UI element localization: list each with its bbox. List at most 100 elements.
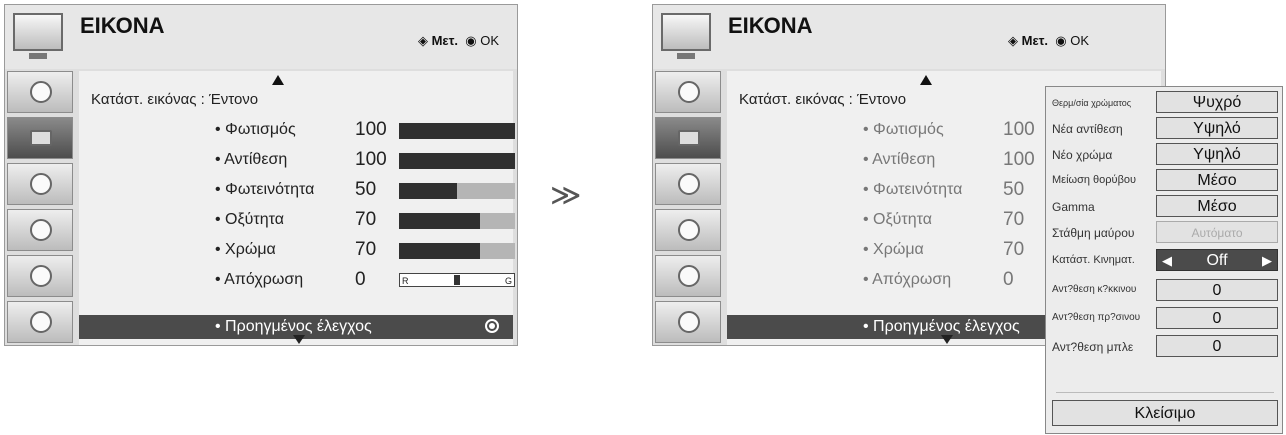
category-sidebar — [655, 71, 725, 347]
speaker-icon — [30, 173, 52, 195]
setting-label: Αντίθεση — [224, 151, 288, 168]
popup-value[interactable]: Υψηλό — [1156, 143, 1278, 165]
popup-row-green-contrast[interactable]: Αντ?θεση πρ?σινου 0 — [1046, 307, 1282, 331]
sidebar-item-picture[interactable] — [655, 117, 721, 159]
sidebar-item-option[interactable] — [7, 255, 73, 297]
picture-mode[interactable]: Κατάστ. εικόνας : Έντονο — [91, 91, 258, 108]
sidebar-item-lock[interactable] — [655, 301, 721, 343]
left-arrow-icon[interactable]: ◀ — [1162, 250, 1172, 272]
sidebar-item-time[interactable] — [655, 209, 721, 251]
setting-value: 70 — [1003, 209, 1025, 230]
popup-value[interactable]: Ψυχρό — [1156, 91, 1278, 113]
setting-value: 0 — [355, 269, 366, 290]
setting-value: 100 — [355, 149, 387, 170]
popup-row-dynamic-contrast[interactable]: Νέα αντίθεση Υψηλό — [1046, 117, 1282, 141]
advanced-label: Προηγμένος έλεγχος — [225, 318, 372, 335]
popup-label: Αντ?θεση κ?κκινου — [1052, 284, 1137, 295]
category-sidebar — [7, 71, 77, 347]
setting-label: Φωτεινότητα — [873, 181, 963, 198]
popup-row-color-temperature[interactable]: Θερμ/σία χρώματος Ψυχρό — [1046, 91, 1282, 115]
popup-row-black-level[interactable]: Στάθμη μαύρου Αυτόματο — [1046, 221, 1282, 245]
setting-row-sharpness[interactable]: • Οξύτητα 70 — [79, 205, 515, 235]
move-arrows-icon: ◈ — [1008, 33, 1018, 48]
sidebar-item-channel[interactable] — [7, 71, 73, 113]
nav-ok-label: OK — [480, 33, 499, 48]
sidebar-item-option[interactable] — [655, 255, 721, 297]
popup-value[interactable]: 0 — [1156, 307, 1278, 329]
level-bar — [399, 243, 515, 259]
setting-label: Φωτισμός — [225, 121, 296, 138]
popup-value: Αυτόματο — [1156, 221, 1278, 243]
level-bar — [399, 123, 515, 139]
popup-row-blue-contrast[interactable]: Αντ?θεση μπλε 0 — [1046, 335, 1282, 359]
popup-label: Θερμ/σία χρώματος — [1052, 98, 1132, 108]
sidebar-item-time[interactable] — [7, 209, 73, 251]
setting-label: Φωτισμός — [873, 121, 944, 138]
ok-icon: ◉ — [465, 33, 477, 48]
divider — [1056, 392, 1274, 393]
sidebar-item-audio[interactable] — [655, 163, 721, 205]
sidebar-item-lock[interactable] — [7, 301, 73, 343]
popup-label: Αντ?θεση μπλε — [1052, 340, 1134, 354]
sidebar-item-picture[interactable] — [7, 117, 73, 159]
popup-row-dynamic-color[interactable]: Νέο χρώμα Υψηλό — [1046, 143, 1282, 167]
move-arrows-icon: ◈ — [417, 33, 428, 48]
setting-row-backlight[interactable]: • Φωτισμός 100 — [79, 115, 515, 145]
popup-value[interactable]: Μέσο — [1156, 169, 1278, 191]
nav-hint: ◈ Μετ. ◉ OK — [1008, 33, 1089, 49]
setting-row-color[interactable]: • Χρώμα 70 — [79, 235, 515, 265]
close-button[interactable]: Κλείσιμο — [1052, 400, 1278, 426]
popup-label: Gamma — [1052, 200, 1095, 214]
tint-green-label: G — [504, 276, 512, 286]
option-icon — [678, 265, 700, 287]
popup-value[interactable]: Μέσο — [1156, 195, 1278, 217]
right-arrow-icon[interactable]: ▶ — [1262, 250, 1272, 272]
setting-value: 70 — [1003, 239, 1025, 260]
setting-label: Αντίθεση — [872, 151, 936, 168]
film-mode-selector[interactable]: ◀ Off ▶ — [1156, 249, 1278, 271]
sidebar-item-audio[interactable] — [7, 163, 73, 205]
setting-label: Φωτεινότητα — [225, 181, 315, 198]
popup-row-gamma[interactable]: Gamma Μέσο — [1046, 195, 1282, 219]
popup-value[interactable]: Υψηλό — [1156, 117, 1278, 139]
satellite-icon — [30, 81, 52, 103]
picture-mode[interactable]: Κατάστ. εικόνας : Έντονο — [739, 91, 906, 108]
setting-label: Χρώμα — [225, 241, 276, 258]
scroll-up-icon[interactable] — [920, 75, 932, 85]
sidebar-item-channel[interactable] — [655, 71, 721, 113]
nav-move-label: Μετ. — [431, 33, 458, 48]
popup-row-red-contrast[interactable]: Αντ?θεση κ?κκινου 0 — [1046, 279, 1282, 303]
tv-icon — [13, 13, 63, 59]
tint-slider[interactable]: R G — [399, 273, 515, 287]
level-bar — [399, 213, 515, 229]
ok-icon: ◉ — [1055, 33, 1067, 48]
popup-row-film-mode[interactable]: Κατάστ. Κινηματ. ◀ Off ▶ — [1046, 249, 1282, 273]
satellite-icon — [678, 81, 700, 103]
menu-title: ΕΙΚΟΝΑ — [80, 13, 165, 38]
setting-label: Οξύτητα — [225, 211, 284, 228]
nav-move-label: Μετ. — [1021, 33, 1049, 48]
setting-row-tint[interactable]: • Απόχρωση 0 R G — [79, 265, 515, 295]
setting-value: 70 — [355, 239, 377, 260]
menu-header: ΕΙΚΟΝΑ ◈ Μετ. ◉ OK — [5, 5, 517, 69]
scroll-down-icon[interactable] — [941, 335, 953, 344]
level-bar — [399, 153, 515, 169]
popup-label: Μείωση θορύβου — [1052, 174, 1137, 186]
tint-red-label: R — [402, 276, 409, 286]
advanced-label: Προηγμένος έλεγχος — [873, 318, 1020, 335]
popup-value[interactable]: 0 — [1156, 335, 1278, 357]
popup-row-noise-reduction[interactable]: Μείωση θορύβου Μέσο — [1046, 169, 1282, 193]
setting-row-brightness[interactable]: • Φωτεινότητα 50 — [79, 175, 515, 205]
clock-icon — [678, 219, 700, 241]
scroll-down-icon[interactable] — [293, 335, 305, 344]
tv-icon — [661, 13, 711, 59]
speaker-icon — [678, 173, 700, 195]
menu-header: ΕΙΚΟΝΑ ◈ Μετ. ◉ OK — [653, 5, 1165, 69]
lock-icon — [678, 311, 700, 333]
setting-row-contrast[interactable]: • Αντίθεση 100 — [79, 145, 515, 175]
popup-value[interactable]: 0 — [1156, 279, 1278, 301]
setting-label: Χρώμα — [873, 241, 924, 258]
settings-list: Κατάστ. εικόνας : Έντονο • Φωτισμός 100 … — [79, 71, 515, 345]
advanced-control-popup: Θερμ/σία χρώματος Ψυχρό Νέα αντίθεση Υψη… — [1045, 86, 1283, 434]
scroll-up-icon[interactable] — [272, 75, 284, 85]
